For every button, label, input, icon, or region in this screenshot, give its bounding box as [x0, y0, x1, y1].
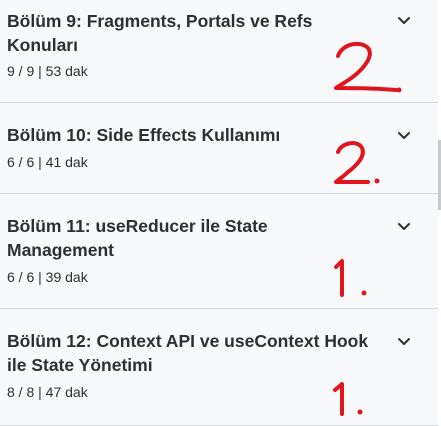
section-9-duration: 53 dak — [45, 63, 88, 79]
section-10-duration: 41 dak — [45, 154, 88, 170]
meta-separator: | — [38, 269, 42, 285]
section-11-title: Bölüm 11: useReducer ile State Managemen… — [7, 216, 268, 260]
section-10-progress: 6 / 6 — [7, 154, 35, 170]
section-10-meta: 6 / 6 | 41 dak — [7, 153, 88, 171]
section-11-duration: 39 dak — [45, 269, 88, 285]
chevron-down-icon[interactable] — [396, 218, 412, 234]
meta-separator: | — [38, 63, 42, 79]
chevron-down-icon[interactable] — [396, 127, 412, 143]
curriculum-panel: Bölüm 9: Fragments, Portals ve Refs Konu… — [0, 0, 439, 426]
section-9-title: Bölüm 9: Fragments, Portals ve Refs Konu… — [7, 11, 313, 55]
meta-separator: | — [38, 384, 42, 400]
section-11-meta: 6 / 6 | 39 dak — [7, 268, 88, 286]
section-10-title: Bölüm 10: Side Effects Kullanımı — [7, 125, 281, 145]
section-12-title: Bölüm 12: Context API ve useContext Hook… — [7, 331, 369, 375]
section-9-header[interactable]: Bölüm 9: Fragments, Portals ve Refs Konu… — [0, 0, 438, 103]
section-11-header[interactable]: Bölüm 11: useReducer ile State Managemen… — [0, 194, 438, 309]
section-11-progress: 6 / 6 — [7, 269, 35, 285]
section-12-meta: 8 / 8 | 47 dak — [7, 383, 88, 401]
section-12-progress: 8 / 8 — [7, 384, 35, 400]
section-12-duration: 47 dak — [45, 384, 88, 400]
chevron-down-icon[interactable] — [396, 12, 412, 28]
section-9-progress: 9 / 9 — [7, 63, 35, 79]
meta-separator: | — [38, 154, 42, 170]
section-9-meta: 9 / 9 | 53 dak — [7, 62, 88, 80]
section-10-header[interactable]: Bölüm 10: Side Effects Kullanımı 6 / 6 |… — [0, 103, 438, 194]
section-12-header[interactable]: Bölüm 12: Context API ve useContext Hook… — [0, 309, 438, 426]
chevron-down-icon[interactable] — [396, 333, 412, 349]
